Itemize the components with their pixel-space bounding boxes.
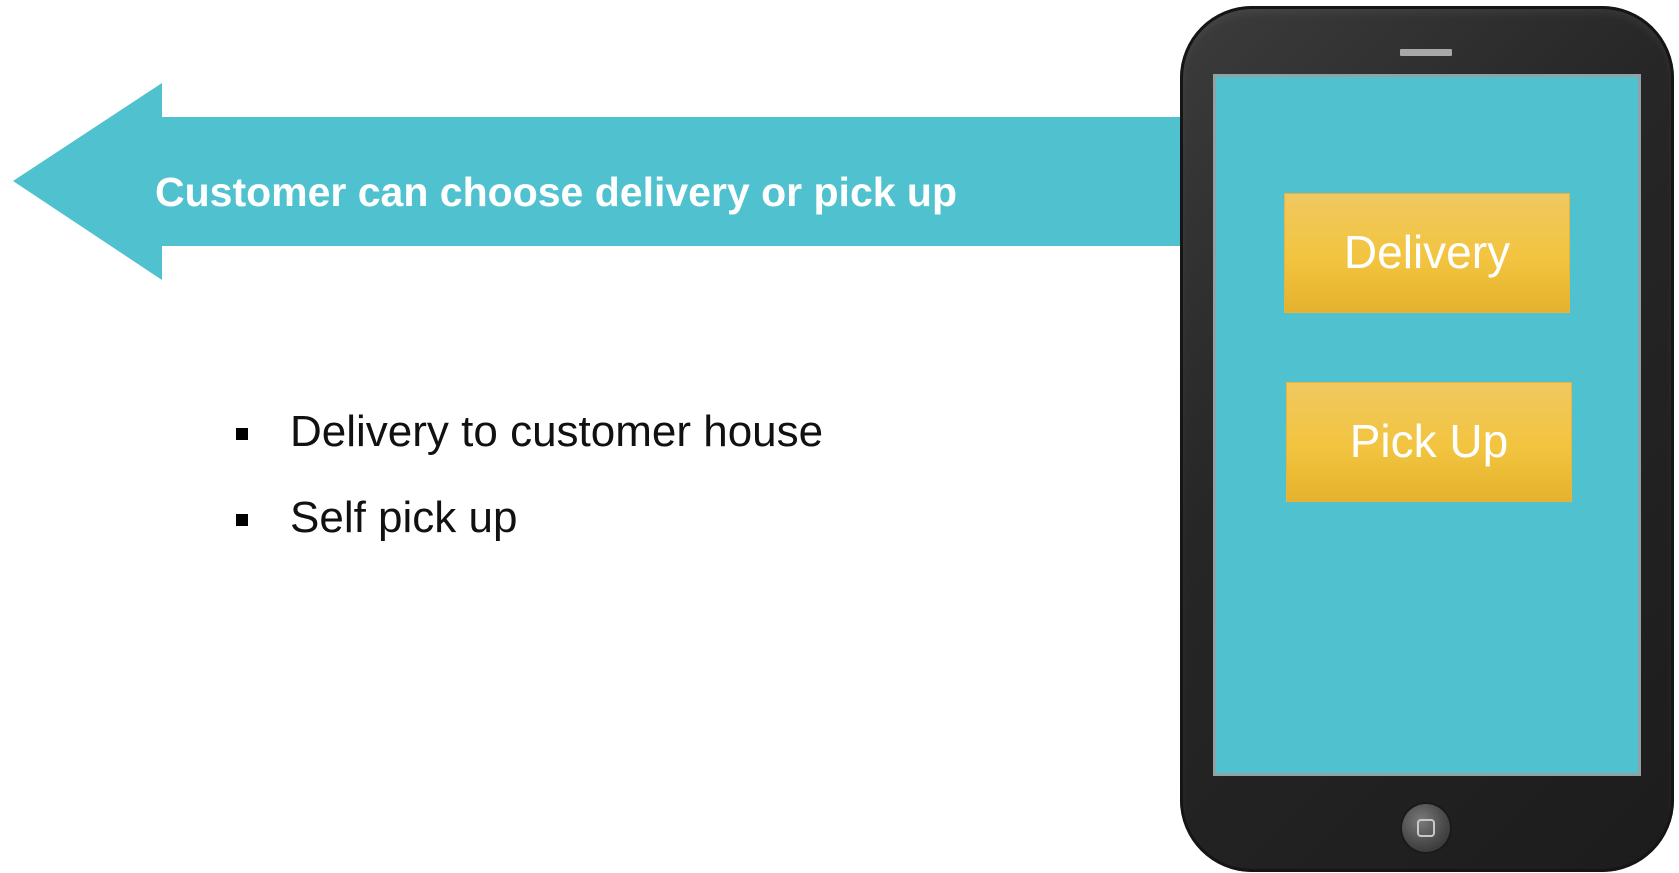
- delivery-button[interactable]: Delivery: [1284, 193, 1570, 313]
- bullet-text: Delivery to customer house: [290, 407, 824, 456]
- bullet-item: Delivery to customer house: [228, 402, 823, 488]
- square-bullet-icon: [236, 514, 248, 526]
- pick-up-button[interactable]: Pick Up: [1286, 382, 1572, 502]
- bullet-text: Self pick up: [290, 493, 518, 542]
- tablet-device: Delivery Pick Up: [1180, 6, 1674, 872]
- bullet-item: Self pick up: [228, 488, 823, 574]
- arrow-label: Customer can choose delivery or pick up: [155, 169, 958, 215]
- home-square-icon: [1417, 819, 1435, 837]
- square-bullet-icon: [236, 428, 248, 440]
- speaker-grille: [1400, 49, 1452, 56]
- home-button[interactable]: [1402, 804, 1450, 852]
- bullet-list: Delivery to customer house Self pick up: [228, 402, 823, 574]
- tablet-screen: Delivery Pick Up: [1213, 74, 1641, 776]
